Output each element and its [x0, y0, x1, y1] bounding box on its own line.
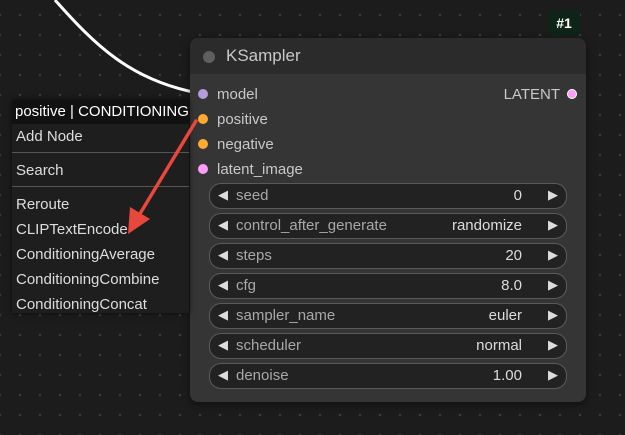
slot-dot-icon[interactable] [198, 89, 208, 99]
node-title: KSampler [226, 46, 301, 65]
increment-arrow-icon[interactable]: ▶ [548, 337, 558, 353]
decrement-arrow-icon[interactable]: ◀ [218, 307, 228, 323]
menu-item-add-node[interactable]: Add Node [12, 124, 189, 149]
input-slot-latent-image[interactable]: latent_image [198, 159, 303, 179]
input-label-negative: negative [217, 135, 274, 153]
widget-name: sampler_name [236, 307, 336, 324]
widget-name: control_after_generate [236, 217, 387, 234]
ksampler-node[interactable]: KSampler model positive negative latent_… [190, 38, 586, 402]
menu-item-conditioningaverage[interactable]: ConditioningAverage [12, 242, 189, 267]
context-menu[interactable]: positive | CONDITIONING Add Node Search … [12, 100, 189, 313]
input-slot-positive[interactable]: positive [198, 109, 268, 129]
menu-item-cliptextencode[interactable]: CLIPTextEncode [12, 217, 189, 242]
increment-arrow-icon[interactable]: ▶ [548, 187, 558, 203]
widget-name: scheduler [236, 337, 302, 354]
increment-arrow-icon[interactable]: ▶ [548, 247, 558, 263]
widget-value: randomize [451, 217, 522, 234]
input-slot-negative[interactable]: negative [198, 134, 274, 154]
increment-arrow-icon[interactable]: ▶ [548, 277, 558, 293]
decrement-arrow-icon[interactable]: ◀ [218, 337, 228, 353]
output-label-latent: LATENT [503, 85, 560, 103]
slot-dot-icon[interactable] [198, 139, 208, 149]
widget-value: 8.0 [501, 277, 522, 294]
widget-value: euler [488, 307, 522, 324]
slot-dot-icon[interactable] [198, 114, 208, 124]
widget-value: 20 [505, 247, 522, 264]
input-label-latent-image: latent_image [217, 160, 303, 178]
widget-control-after-generate[interactable]: ◀ control_after_generate randomize ▶ [209, 213, 567, 239]
output-dot-icon[interactable] [567, 89, 577, 99]
output-slot-latent[interactable]: LATENT [504, 84, 577, 104]
input-label-model: model [217, 85, 258, 103]
widget-value: normal [476, 337, 522, 354]
menu-item-conditioningcombine[interactable]: ConditioningCombine [12, 267, 189, 292]
slot-dot-icon[interactable] [198, 164, 208, 174]
menu-item-reroute[interactable]: Reroute [12, 192, 189, 217]
decrement-arrow-icon[interactable]: ◀ [218, 277, 228, 293]
widget-name: denoise [236, 367, 289, 384]
widget-name: seed [236, 187, 269, 204]
increment-arrow-icon[interactable]: ▶ [548, 307, 558, 323]
widget-denoise[interactable]: ◀ denoise 1.00 ▶ [209, 363, 567, 389]
widget-steps[interactable]: ◀ steps 20 ▶ [209, 243, 567, 269]
widget-value: 0 [513, 187, 522, 204]
menu-item-conditioningconcat[interactable]: ConditioningConcat [12, 292, 189, 317]
input-slot-model[interactable]: model [198, 84, 258, 104]
collapse-dot-icon[interactable] [203, 51, 215, 63]
decrement-arrow-icon[interactable]: ◀ [218, 247, 228, 263]
increment-arrow-icon[interactable]: ▶ [548, 217, 558, 233]
widget-name: steps [236, 247, 272, 264]
node-header[interactable]: KSampler [190, 38, 586, 74]
widget-sampler-name[interactable]: ◀ sampler_name euler ▶ [209, 303, 567, 329]
menu-item-search[interactable]: Search [12, 158, 189, 183]
increment-arrow-icon[interactable]: ▶ [548, 367, 558, 383]
node-id-badge: #1 [548, 10, 580, 36]
decrement-arrow-icon[interactable]: ◀ [218, 217, 228, 233]
context-menu-title: positive | CONDITIONING [12, 100, 189, 124]
widget-cfg[interactable]: ◀ cfg 8.0 ▶ [209, 273, 567, 299]
input-label-positive: positive [217, 110, 268, 128]
widget-value: 1.00 [492, 367, 522, 384]
widget-name: cfg [236, 277, 257, 294]
widget-scheduler[interactable]: ◀ scheduler normal ▶ [209, 333, 567, 359]
decrement-arrow-icon[interactable]: ◀ [218, 187, 228, 203]
widget-seed[interactable]: ◀ seed 0 ▶ [209, 183, 567, 209]
decrement-arrow-icon[interactable]: ◀ [218, 367, 228, 383]
